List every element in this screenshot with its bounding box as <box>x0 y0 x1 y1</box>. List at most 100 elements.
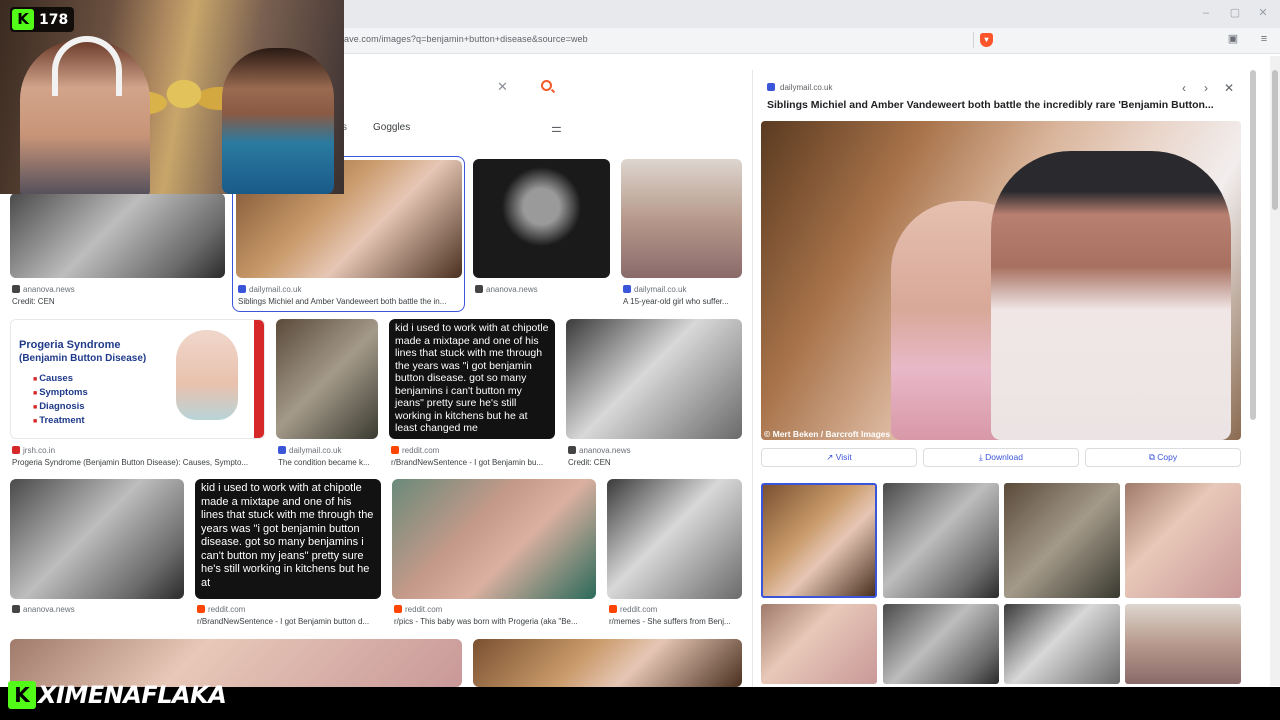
result-source: reddit.com <box>609 605 657 614</box>
image-result-meme[interactable]: kid i used to work with at chipotle made… <box>389 319 555 439</box>
menu-icon[interactable]: ≡ <box>1258 34 1270 45</box>
related-thumbnail[interactable] <box>1004 483 1120 598</box>
result-source: dailymail.co.uk <box>278 446 341 455</box>
source-favicon <box>197 605 205 613</box>
related-thumbnail[interactable] <box>1125 604 1241 684</box>
channel-brand: K XIMENAFLAKA <box>8 680 227 710</box>
image-result[interactable] <box>10 193 225 278</box>
filter-icon[interactable]: ⚌ <box>551 121 562 135</box>
image-result[interactable] <box>473 639 742 687</box>
infographic-item: Causes <box>33 372 88 386</box>
source-favicon <box>394 605 402 613</box>
copy-button[interactable]: ⧉ Copy <box>1085 448 1241 467</box>
result-source: ananova.news <box>568 446 631 455</box>
infographic-list: Causes Symptoms Diagnosis Treatment <box>33 372 88 428</box>
image-result[interactable] <box>621 159 742 278</box>
external-link-icon: ↗ <box>826 452 836 462</box>
minimize-icon[interactable]: – <box>1199 6 1213 20</box>
result-caption[interactable]: r/memes - She suffers from Benj... <box>609 617 742 626</box>
result-caption[interactable]: A 15-year-old girl who suffer... <box>623 297 742 306</box>
source-favicon <box>12 446 20 454</box>
maximize-icon[interactable]: ▢ <box>1228 6 1242 20</box>
address-divider <box>973 32 974 48</box>
detail-image[interactable] <box>761 121 1241 440</box>
infographic-title: Progeria Syndrome <box>19 339 121 351</box>
panel-scrollbar[interactable] <box>1250 70 1256 420</box>
result-source: ananova.news <box>12 285 75 294</box>
meme-text: kid i used to work with at chipotle made… <box>201 482 374 589</box>
close-window-icon[interactable]: ✕ <box>1256 6 1270 20</box>
guest <box>222 48 334 194</box>
infographic-stripe <box>254 320 264 438</box>
source-favicon <box>568 446 576 454</box>
source-favicon <box>609 605 617 613</box>
channel-name: XIMENAFLAKA <box>38 681 227 709</box>
url-text[interactable]: ave.com/images?q=benjamin+button+disease… <box>344 34 588 44</box>
image-result-infographic[interactable]: Progeria Syndrome (Benjamin Button Disea… <box>10 319 265 439</box>
result-caption[interactable]: r/BrandNewSentence - I got Benjamin bu..… <box>391 458 555 467</box>
source-favicon <box>238 285 246 293</box>
visit-button[interactable]: ↗ Visit <box>761 448 917 467</box>
related-thumbnail[interactable] <box>1125 483 1241 598</box>
viewer-count: 178 <box>39 11 69 28</box>
result-caption[interactable]: Progeria Syndrome (Benjamin Button Disea… <box>12 458 265 467</box>
image-result[interactable] <box>473 159 610 278</box>
infographic-item: Diagnosis <box>33 400 88 414</box>
image-result[interactable] <box>392 479 596 599</box>
search-input[interactable] <box>344 72 566 102</box>
clear-search-icon[interactable]: ✕ <box>497 79 508 95</box>
detail-title[interactable]: Siblings Michiel and Amber Vandeweert bo… <box>767 99 1229 111</box>
image-result[interactable] <box>607 479 742 599</box>
result-source: reddit.com <box>197 605 245 614</box>
image-result-meme[interactable]: kid i used to work with at chipotle made… <box>195 479 381 599</box>
source-favicon <box>12 605 20 613</box>
result-source: ananova.news <box>475 285 538 294</box>
result-caption[interactable]: Siblings Michiel and Amber Vandeweert bo… <box>238 297 462 306</box>
tab-goggles[interactable]: Goggles <box>373 122 410 133</box>
infographic-subtitle: (Benjamin Button Disease) <box>19 353 147 364</box>
meme-text: kid i used to work with at chipotle made… <box>395 322 549 434</box>
photo-figure <box>991 151 1231 440</box>
result-caption[interactable]: Credit: CEN <box>568 458 742 467</box>
result-source: ananova.news <box>12 605 75 614</box>
source-favicon <box>12 285 20 293</box>
brave-shield-icon[interactable]: ▾ <box>980 33 993 47</box>
result-caption[interactable]: The condition became k... <box>278 458 378 467</box>
close-panel-icon[interactable]: ✕ <box>1224 81 1234 95</box>
detail-source[interactable]: dailymail.co.uk <box>767 83 832 92</box>
sidebar-toggle-icon[interactable]: ▣ <box>1227 34 1239 45</box>
result-source: reddit.com <box>391 446 439 455</box>
previous-icon[interactable]: ‹ <box>1182 81 1186 95</box>
related-thumbnail[interactable] <box>883 604 999 684</box>
related-thumbnail[interactable] <box>761 604 877 684</box>
result-caption[interactable]: r/pics - This baby was born with Progeri… <box>394 617 596 626</box>
page-scrollbar-thumb[interactable] <box>1272 70 1278 210</box>
result-source: jrsh.co.in <box>12 446 55 455</box>
source-favicon <box>475 285 483 293</box>
source-favicon <box>623 285 631 293</box>
result-source: reddit.com <box>394 605 442 614</box>
download-button[interactable]: ⤓ Download <box>923 448 1079 467</box>
infographic-photo <box>176 330 238 420</box>
infographic-item: Symptoms <box>33 386 88 400</box>
related-thumbnail-selected[interactable] <box>761 483 877 598</box>
source-favicon <box>767 83 775 91</box>
result-caption[interactable]: Credit: CEN <box>12 297 227 306</box>
image-result[interactable] <box>276 319 378 439</box>
result-caption[interactable]: r/BrandNewSentence - I got Benjamin butt… <box>197 617 381 626</box>
viewer-count-badge: K 178 <box>10 7 75 32</box>
webcam-overlay: K 178 <box>0 0 344 194</box>
image-result[interactable] <box>566 319 742 439</box>
result-source: dailymail.co.uk <box>238 285 301 294</box>
related-thumbnail[interactable] <box>883 483 999 598</box>
related-thumbnail[interactable] <box>1004 604 1120 684</box>
kick-logo-icon: K <box>12 9 34 30</box>
image-result[interactable] <box>10 479 184 599</box>
source-favicon <box>391 446 399 454</box>
next-icon[interactable]: › <box>1204 81 1208 95</box>
image-credit: © Mert Beken / Barcroft Images <box>764 429 891 439</box>
search-icon[interactable] <box>541 80 552 91</box>
result-source: dailymail.co.uk <box>623 285 686 294</box>
source-favicon <box>278 446 286 454</box>
kick-logo-icon: K <box>8 681 36 709</box>
